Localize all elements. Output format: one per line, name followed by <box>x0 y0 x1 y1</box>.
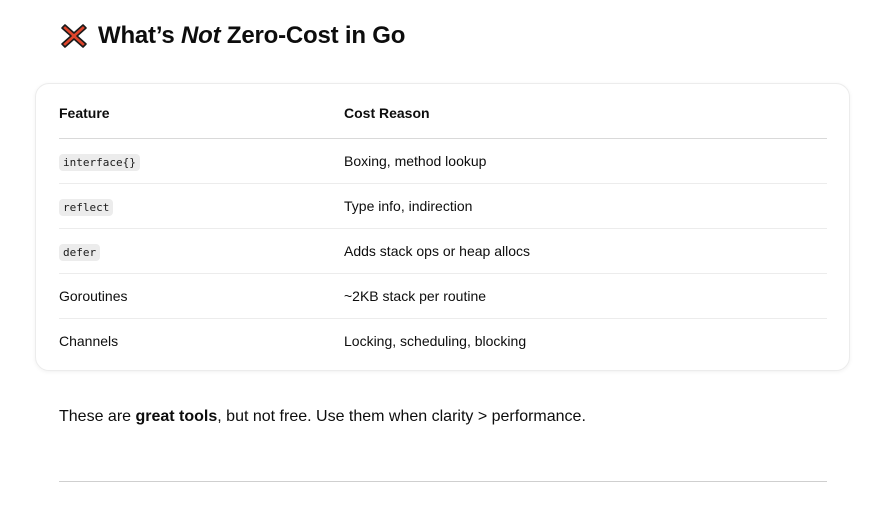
table-card: Feature Cost Reason interface{} Boxing, … <box>35 83 850 371</box>
heading-prefix: What’s <box>98 22 175 49</box>
table-row: Channels Locking, scheduling, blocking <box>59 319 827 364</box>
feature-cell: reflect <box>59 183 344 229</box>
paragraph-before: These are <box>59 408 136 425</box>
feature-code: defer <box>59 244 101 261</box>
column-header-cost-reason: Cost Reason <box>344 84 827 139</box>
reason-cell: Boxing, method lookup <box>344 138 827 184</box>
reason-cell: Adds stack ops or heap allocs <box>344 228 827 274</box>
feature-code: reflect <box>59 199 114 216</box>
table-header-row: Feature Cost Reason <box>59 84 827 139</box>
feature-cell: defer <box>59 228 344 274</box>
paragraph-after: , but not free. Use them when clarity > … <box>217 408 586 425</box>
table-row: defer Adds stack ops or heap allocs <box>59 228 827 274</box>
heading-suffix: Zero-Cost in Go <box>226 22 406 49</box>
reason-cell: Locking, scheduling, blocking <box>344 333 527 349</box>
reason-cell: Type info, indirection <box>344 183 827 229</box>
feature-cell: interface{} <box>59 138 344 184</box>
feature-code: interface{} <box>59 154 140 171</box>
column-header-feature: Feature <box>59 84 344 139</box>
heading-emphasis: Not <box>181 22 221 49</box>
table-row: reflect Type info, indirection <box>59 183 827 229</box>
table-row: interface{} Boxing, method lookup <box>59 138 827 184</box>
section-heading: What’s Not Zero-Cost in Go <box>60 18 405 54</box>
feature-cell: Channels <box>59 333 119 349</box>
paragraph-bold: great tools <box>135 408 218 425</box>
horizontal-rule <box>59 481 827 482</box>
summary-paragraph: These are great tools, but not free. Use… <box>59 408 586 426</box>
reason-cell: ~2KB stack per routine <box>344 273 827 319</box>
cross-mark-icon <box>60 22 88 50</box>
feature-cell: Goroutines <box>59 273 344 319</box>
table-row: Goroutines ~2KB stack per routine <box>59 273 827 319</box>
cost-table: Feature Cost Reason interface{} Boxing, … <box>59 84 827 363</box>
